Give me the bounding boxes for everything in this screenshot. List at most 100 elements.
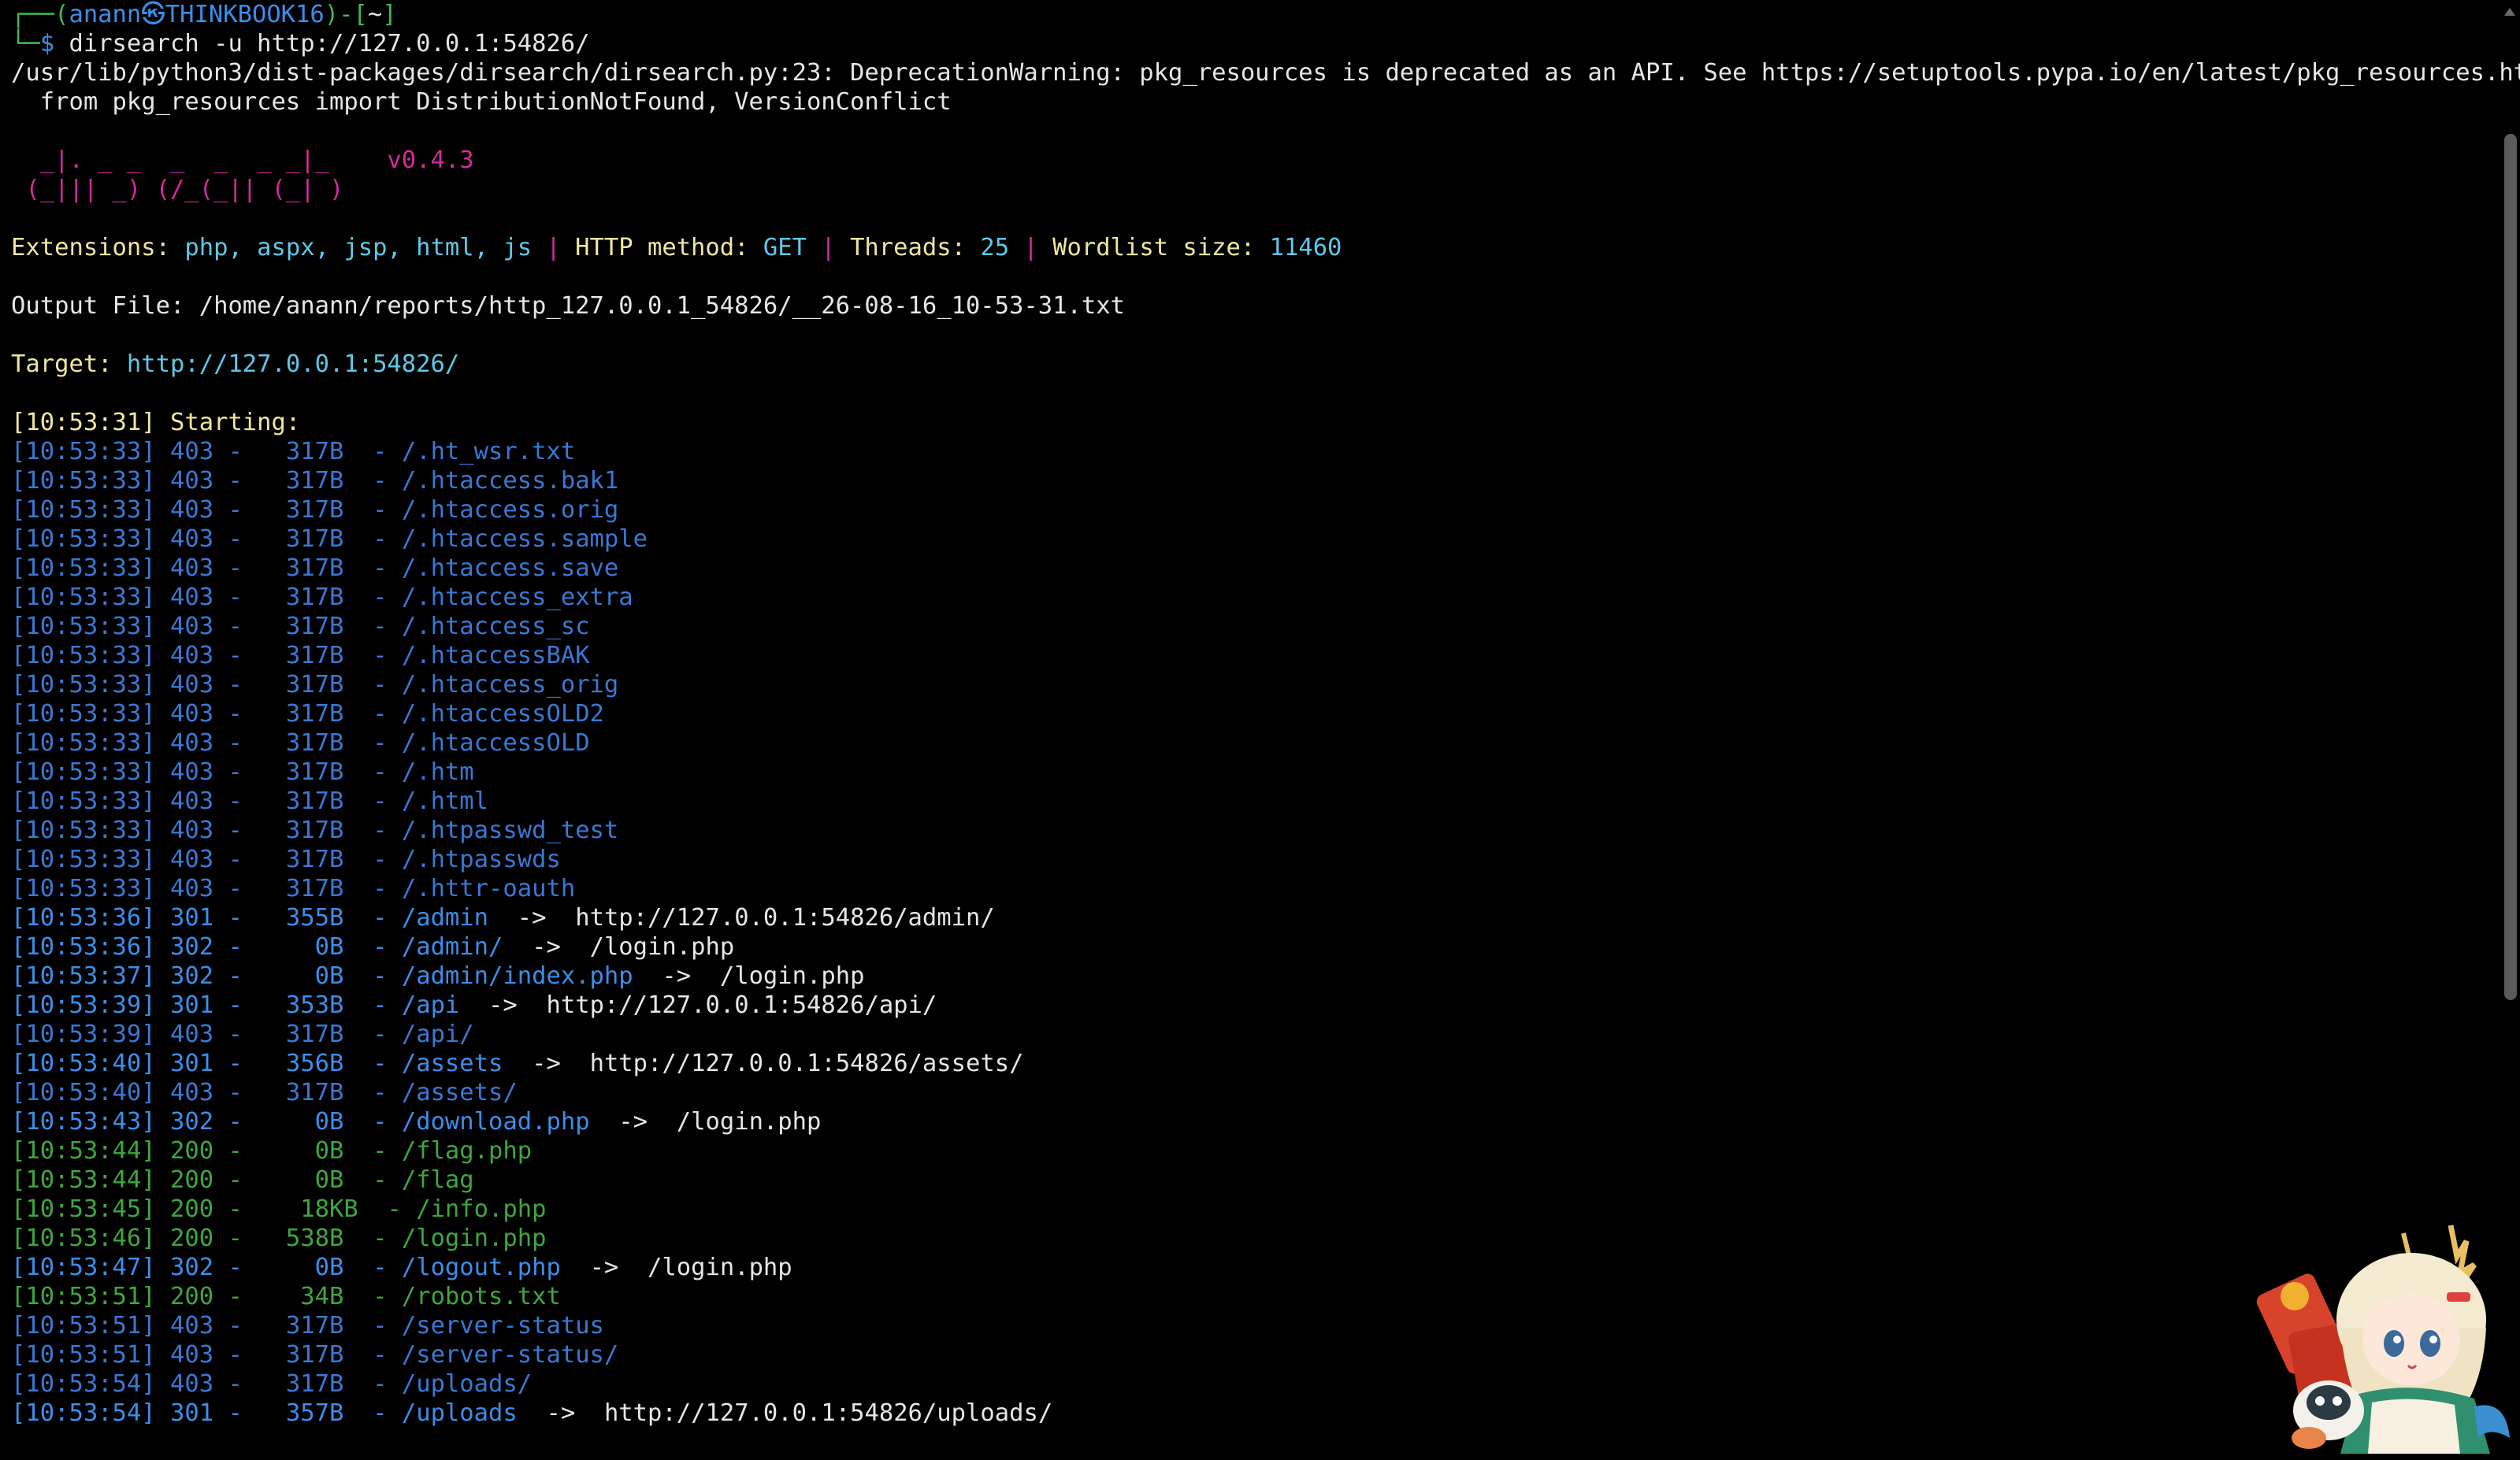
result-row: [10:53:33] 403 - 317B - /.htpasswds — [11, 845, 2488, 874]
result-status-code: 403 — [170, 758, 214, 786]
result-path: /flag — [401, 1166, 474, 1194]
result-row: [10:53:33] 403 - 317B - /.html — [11, 787, 2488, 816]
extensions-value: php, aspx, jsp, html, js — [184, 234, 533, 261]
wordlist-label: Wordlist size: — [1052, 234, 1270, 261]
result-time: [10:53:44] — [11, 1137, 156, 1165]
result-entry: [10:53:51] 200 - 34B - /robots.txt — [11, 1283, 561, 1310]
result-time: [10:53:43] — [11, 1108, 156, 1136]
result-size: 317B — [257, 729, 344, 757]
result-entry: [10:53:33] 403 - 317B - /.htaccess.orig — [11, 496, 619, 524]
extensions-label: Extensions: — [11, 234, 185, 261]
result-size: 317B — [257, 1341, 344, 1369]
result-status-code: 301 — [170, 1050, 214, 1077]
terminal-window[interactable]: ┌──(anann㉿THINKBOOK16)-[~] └─$ dirsearch… — [11, 0, 2520, 1454]
result-row: [10:53:51] 403 - 317B - /server-status/ — [11, 1340, 2488, 1369]
result-status-code: 302 — [170, 1108, 214, 1136]
prompt-dollar: $ — [39, 30, 55, 57]
scrollbar-thumb[interactable] — [2504, 134, 2517, 1000]
result-status-code: 301 — [170, 1399, 214, 1427]
result-status-code: 403 — [170, 554, 214, 582]
result-entry: [10:53:51] 403 - 317B - /server-status/ — [11, 1341, 619, 1369]
result-row: [10:53:33] 403 - 317B - /.htaccess_extra — [11, 583, 2488, 612]
result-time: [10:53:33] — [11, 758, 156, 786]
warning-line-1: /usr/lib/python3/dist-packages/dirsearch… — [11, 59, 2520, 87]
result-path: /.ht_wsr.txt — [401, 438, 576, 465]
separator: | — [532, 234, 576, 261]
result-path: /.htaccess_extra — [401, 584, 633, 611]
result-entry: [10:53:33] 403 - 317B - /.htaccess_orig — [11, 671, 619, 699]
result-status-code: 403 — [170, 671, 214, 699]
result-row: [10:53:44] 200 - 0B - /flag — [11, 1165, 2488, 1195]
result-size: 317B — [257, 1079, 344, 1106]
result-status-code: 403 — [170, 846, 214, 873]
prompt-user: anann — [69, 1, 142, 28]
result-path: /.htaccess.orig — [401, 496, 619, 524]
result-time: [10:53:33] — [11, 642, 156, 669]
result-size: 317B — [257, 642, 344, 669]
redirect-arrow: -> — [633, 962, 720, 990]
result-entry: [10:53:43] 302 - 0B - /download.php — [11, 1108, 590, 1136]
result-time: [10:53:39] — [11, 991, 156, 1019]
result-row: [10:53:44] 200 - 0B - /flag.php — [11, 1136, 2488, 1165]
result-redirect: /login.php — [719, 962, 865, 990]
result-status-code: 302 — [170, 1254, 214, 1281]
result-entry: [10:53:40] 301 - 356B - /assets — [11, 1050, 503, 1077]
result-path: /.html — [401, 787, 489, 815]
result-row: [10:53:45] 200 - 18KB - /info.php — [11, 1195, 2488, 1224]
result-path: /flag.php — [401, 1137, 533, 1165]
starting-line: [10:53:31] Starting: — [11, 409, 315, 436]
result-row: [10:53:51] 200 - 34B - /robots.txt — [11, 1282, 2488, 1311]
result-entry: [10:53:33] 403 - 317B - /.htaccess.save — [11, 554, 619, 582]
result-row: [10:53:54] 403 - 317B - /uploads/ — [11, 1369, 2488, 1399]
result-status-code: 403 — [170, 700, 214, 728]
result-time: [10:53:33] — [11, 525, 156, 553]
result-time: [10:53:33] — [11, 817, 156, 844]
result-size: 355B — [257, 904, 344, 932]
result-entry: [10:53:33] 403 - 317B - /.htaccess_extra — [11, 584, 633, 611]
result-status-code: 403 — [170, 1079, 214, 1106]
result-status-code: 301 — [170, 904, 214, 932]
result-size: 356B — [257, 1050, 344, 1077]
scroll-up-icon[interactable] — [2504, 8, 2515, 16]
result-row: [10:53:40] 301 - 356B - /assets -> http:… — [11, 1049, 2488, 1078]
result-status-code: 403 — [170, 584, 214, 611]
result-row: [10:53:51] 403 - 317B - /server-status — [11, 1311, 2488, 1340]
result-path: /.htaccess.save — [401, 554, 619, 582]
wordlist-value: 11460 — [1269, 234, 1342, 261]
result-path: /admin/index.php — [401, 962, 633, 990]
result-size: 353B — [257, 991, 344, 1019]
result-path: /server-status/ — [401, 1341, 619, 1369]
result-status-code: 403 — [170, 787, 214, 815]
result-time: [10:53:33] — [11, 846, 156, 873]
prompt-host: THINKBOOK16 — [165, 1, 325, 28]
config-line: Extensions: php, aspx, jsp, html, js | H… — [11, 233, 2488, 262]
result-entry: [10:53:46] 200 - 538B - /login.php — [11, 1225, 547, 1252]
result-status-code: 200 — [170, 1166, 214, 1194]
result-size: 317B — [257, 1370, 344, 1398]
result-entry: [10:53:36] 302 - 0B - /admin/ — [11, 933, 503, 961]
result-row: [10:53:33] 403 - 317B - /.ht_wsr.txt — [11, 437, 2488, 466]
result-row: [10:53:33] 403 - 317B - /.htm — [11, 758, 2488, 787]
anime-mascot-sticker-icon — [2254, 1210, 2514, 1454]
result-size: 0B — [257, 1137, 344, 1165]
redirect-arrow: -> — [459, 991, 547, 1019]
result-status-code: 302 — [170, 933, 214, 961]
result-row: [10:53:33] 403 - 317B - /.htaccess.bak1 — [11, 466, 2488, 495]
results-list: [10:53:33] 403 - 317B - /.ht_wsr.txt [10:… — [11, 437, 2488, 1428]
prompt-corner-bottom: └─ — [11, 30, 40, 57]
result-row: [10:53:33] 403 - 317B - /.htaccessBAK — [11, 641, 2488, 670]
result-size: 317B — [257, 613, 344, 640]
result-status-code: 403 — [170, 613, 214, 640]
result-path: /uploads/ — [401, 1370, 533, 1398]
result-status-code: 302 — [170, 962, 214, 990]
result-status-code: 403 — [170, 1312, 214, 1340]
banner-line-1: _|. _ _ _ _ _ _|_ v0.4.3 — [11, 146, 474, 174]
prompt-corner: ┌──( — [11, 1, 69, 28]
result-entry: [10:53:36] 301 - 355B - /admin — [11, 904, 489, 932]
threads-label: Threads: — [850, 234, 981, 261]
result-path: /server-status — [401, 1312, 604, 1340]
skull-icon: ㉿ — [141, 1, 165, 28]
result-time: [10:53:44] — [11, 1166, 156, 1194]
